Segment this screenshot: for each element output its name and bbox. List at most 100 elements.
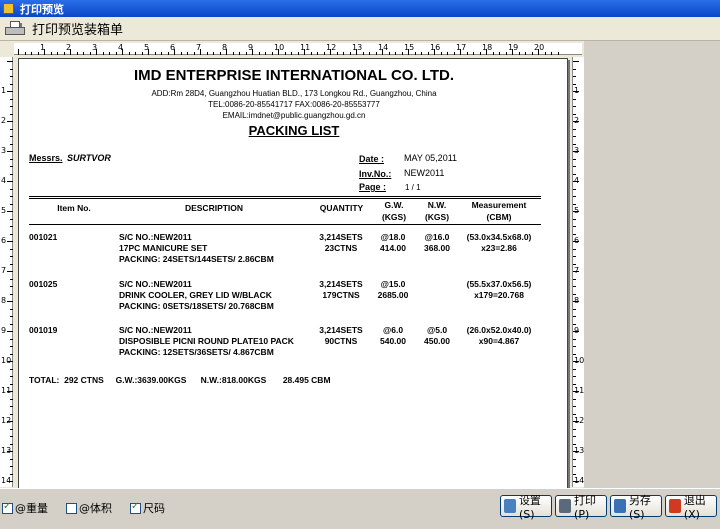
- company-tel: TEL:0086-20-85541717 FAX:0086-20-8555377…: [208, 100, 380, 109]
- ruler-number: 12: [574, 416, 585, 425]
- row-desc-name: 17PC MANICURE SET: [119, 243, 208, 253]
- save-as-button[interactable]: 另存(S): [610, 494, 662, 521]
- ruler-tick: [10, 233, 13, 235]
- ruler-number: 4: [574, 176, 580, 185]
- ruler-tick: [109, 52, 110, 55]
- ruler-tick: [573, 383, 576, 385]
- ruler-tick: [421, 52, 422, 55]
- ruler-tick: [167, 52, 169, 55]
- ruler-tick: [10, 293, 13, 295]
- messrs-value: SURTVOR: [67, 153, 111, 163]
- ruler-tick: [573, 263, 576, 265]
- row-desc-packing: PACKING: 12SETS/36SETS/ 4.867CBM: [119, 347, 274, 357]
- col-nw: N.W.: [427, 200, 447, 210]
- checkbox-volume[interactable]: @体积: [66, 500, 112, 516]
- ruler-tick: [161, 52, 162, 55]
- ruler-tick: [573, 278, 576, 280]
- ruler-number: 7: [196, 43, 202, 52]
- ruler-number: 7: [1, 266, 7, 275]
- ruler-tick: [10, 248, 13, 250]
- ruler-tick: [10, 413, 13, 415]
- ruler-tick: [518, 52, 520, 55]
- row-measurement-total: x179=20.768: [474, 290, 524, 300]
- ruler-number: 2: [1, 116, 7, 125]
- company-address: ADD:Rm 28D4, Guangzhou Huatian BLD., 173…: [151, 89, 437, 98]
- ruler-tick: [525, 52, 526, 55]
- ruler-tick: [187, 52, 188, 55]
- ruler-number: 8: [574, 296, 580, 305]
- checkbox-dimensions[interactable]: 尺码: [130, 500, 165, 516]
- ruler-tick: [10, 466, 13, 467]
- ruler-number: 2: [574, 116, 580, 125]
- ruler-number: 4: [1, 176, 7, 185]
- ruler-number: 3: [92, 43, 98, 52]
- ruler-tick: [375, 52, 377, 55]
- ruler-tick: [7, 301, 13, 302]
- ruler-left: 1 2 3 4 5 6 7 8 9 10 11 12 13 14: [0, 57, 13, 487]
- ruler-tick: [573, 196, 576, 197]
- row-desc-packing: PACKING: 24SETS/144SETS/ 2.86CBM: [119, 254, 274, 264]
- row-nw-unit: @16.0: [424, 232, 450, 242]
- column-header-rule: [29, 224, 541, 225]
- ruler-number: 6: [574, 236, 580, 245]
- ruler-tick: [573, 466, 576, 467]
- preview-area[interactable]: 1 2 3 4 5 6 7 8 9 10 11 12 13 14 15 16 17 18 19 20 12345678…: [0, 41, 720, 488]
- row-desc-packing: PACKING: 0SETS/18SETS/ 20.768CBM: [119, 301, 274, 311]
- page-sheet: IMD ENTERPRISE INTERNATIONAL CO. LTD. AD…: [18, 58, 568, 488]
- window-title-bar[interactable]: 打印预览: [0, 0, 720, 17]
- ruler-tick: [50, 52, 52, 55]
- ruler-number: 2: [66, 43, 72, 52]
- ruler-tick: [10, 346, 13, 347]
- checkbox-weight-box[interactable]: [2, 501, 13, 514]
- ruler-tick: [544, 52, 546, 55]
- ruler-tick: [10, 286, 13, 287]
- ruler-tick: [573, 353, 576, 355]
- ruler-tick: [10, 278, 13, 280]
- settings-button[interactable]: 设置(S): [500, 494, 552, 521]
- row-gw-unit: @18.0: [380, 232, 406, 242]
- preview-background: [584, 41, 720, 488]
- ruler-tick: [10, 128, 13, 130]
- ruler-tick: [388, 52, 390, 55]
- ruler-tick: [573, 98, 576, 100]
- checkbox-dimensions-box[interactable]: [130, 501, 141, 514]
- ruler-number: 10: [274, 43, 285, 52]
- row-qty-sets: 3,214SETS: [319, 325, 363, 335]
- ruler-tick: [180, 52, 182, 55]
- ruler-tick: [7, 151, 13, 152]
- row-measurement-dims: (55.5x37.0x56.5): [466, 279, 532, 289]
- ruler-tick: [10, 406, 13, 407]
- row-item-no: 001021: [29, 232, 58, 242]
- company-name: IMD ENTERPRISE INTERNATIONAL CO. LTD.: [133, 67, 454, 84]
- ruler-number: 11: [574, 386, 585, 395]
- checkbox-volume-box[interactable]: [66, 502, 77, 514]
- ruler-tick: [573, 83, 576, 85]
- ruler-tick: [573, 173, 576, 175]
- ruler-tick: [10, 106, 13, 107]
- checkbox-weight[interactable]: @重量: [2, 500, 48, 516]
- print-button[interactable]: 打印(P): [555, 494, 607, 521]
- ruler-tick: [349, 52, 351, 55]
- ruler-tick: [573, 166, 576, 167]
- ruler-number: 19: [508, 43, 519, 52]
- ruler-tick: [466, 52, 468, 55]
- ruler-tick: [115, 52, 117, 55]
- ruler-tick: [573, 443, 576, 445]
- ruler-number: 8: [222, 43, 228, 52]
- ruler-tick: [102, 52, 104, 55]
- ruler-number: 18: [482, 43, 493, 52]
- ruler-tick: [573, 218, 576, 220]
- print-icon: [559, 499, 572, 513]
- row-gw-unit: @6.0: [382, 325, 404, 335]
- ruler-tick: [573, 136, 576, 137]
- ruler-tick: [492, 52, 494, 55]
- checkbox-dimensions-label: 尺码: [143, 502, 165, 515]
- exit-button[interactable]: 退出(X): [665, 494, 717, 521]
- page-value: 1 / 1: [405, 183, 421, 192]
- col-gw-unit: (KGS): [381, 212, 407, 222]
- ruler-tick: [7, 181, 13, 182]
- ruler-tick: [7, 121, 13, 122]
- ruler-tick: [10, 353, 13, 355]
- row-desc-name: DRINK COOLER, GREY LID W/BLACK: [119, 290, 272, 300]
- ruler-number: 9: [574, 326, 580, 335]
